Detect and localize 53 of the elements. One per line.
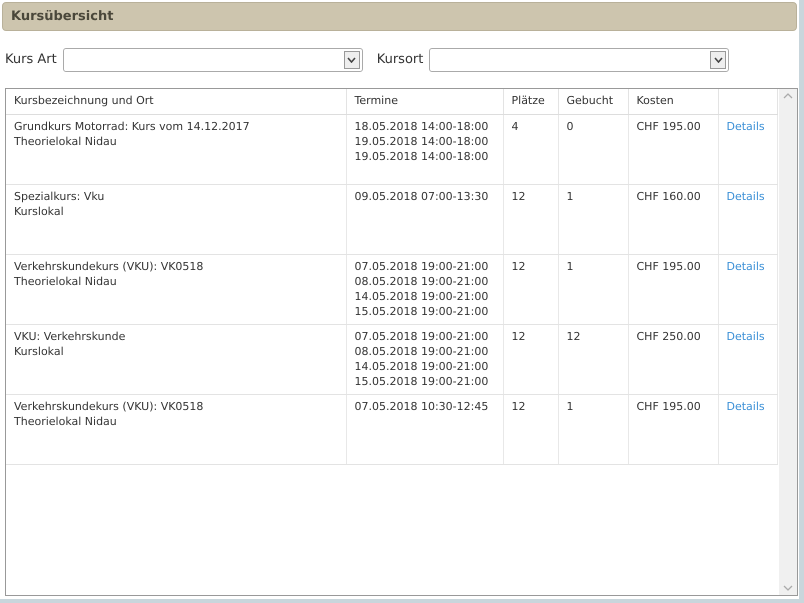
course-location: Theorielokal Nidau: [14, 414, 118, 428]
page-title: Kursübersicht: [11, 8, 114, 26]
course-price: CHF 250.00: [636, 330, 701, 342]
course-date: 08.05.2018 19:00-21:00: [354, 344, 490, 358]
seats-count: 12: [512, 190, 526, 202]
course-date: 07.05.2018 10:30-12:45: [354, 398, 490, 414]
seats-count: 12: [512, 400, 526, 412]
column-header[interactable]: Kursbezeichnung und Ort: [6, 89, 346, 114]
scrollbar[interactable]: [779, 89, 797, 595]
course-name: Grundkurs Motorrad: Kurs vom 14.12.2017: [14, 118, 251, 134]
column-header[interactable]: Kosten: [628, 89, 718, 114]
column-header[interactable]: Termine: [346, 89, 503, 114]
booked-count: 1: [566, 190, 574, 202]
course-date: 08.05.2018 19:00-21:00: [354, 274, 490, 288]
dropdown-field[interactable]: [62, 48, 363, 72]
course-name: Verkehrskundekurs (VKU): VK0518: [14, 398, 204, 414]
seats-count: 4: [512, 120, 518, 132]
caret-icon: [347, 57, 356, 63]
course-price: CHF 195.00: [636, 260, 701, 272]
column-header[interactable]: Plätze: [503, 89, 558, 114]
course-date: 19.05.2018 14:00-18:00: [354, 148, 490, 164]
course-date: 14.05.2018 19:00-21:00: [354, 358, 490, 374]
caret-icon: [714, 57, 723, 63]
scroll-up-icon[interactable]: [783, 93, 793, 99]
filter-label: Kurs Art: [5, 51, 57, 70]
booked-count: 12: [566, 330, 580, 342]
course-name: Spezialkurs: Vku: [14, 188, 106, 204]
course-location: Kurslokal: [14, 204, 65, 218]
course-name: VKU: Verkehrskunde: [14, 328, 126, 344]
course-date: 14.05.2018 19:00-21:00: [354, 288, 490, 304]
course-date: 15.05.2018 19:00-21:00: [354, 304, 490, 318]
booked-count: 0: [566, 120, 574, 132]
booked-count: 1: [566, 400, 574, 412]
course-location: Theorielokal Nidau: [14, 134, 118, 148]
dropdown-field[interactable]: [429, 48, 730, 72]
column-header[interactable]: Gebucht: [558, 89, 628, 114]
scroll-down-icon[interactable]: [783, 585, 793, 591]
course-date: 15.05.2018 19:00-21:00: [354, 374, 490, 388]
course-price: CHF 160.00: [636, 190, 701, 202]
course-date: 07.05.2018 19:00-21:00: [354, 258, 490, 274]
course-date: 19.05.2018 14:00-18:00: [354, 134, 490, 148]
seats-count: 12: [512, 330, 526, 342]
course-location: Kurslokal: [14, 344, 65, 358]
course-price: CHF 195.00: [636, 400, 701, 412]
course-location: Theorielokal Nidau: [14, 274, 118, 288]
booked-count: 1: [566, 260, 574, 272]
course-date: 09.05.2018 07:00-13:30: [354, 188, 490, 204]
course-price: CHF 195.00: [636, 120, 701, 132]
seats-count: 12: [512, 260, 526, 272]
course-name: Verkehrskundekurs (VKU): VK0518: [14, 258, 204, 274]
course-date: 18.05.2018 14:00-18:00: [354, 118, 490, 134]
course-date: 07.05.2018 19:00-21:00: [354, 328, 490, 344]
filter-label: Kursort: [376, 51, 424, 70]
